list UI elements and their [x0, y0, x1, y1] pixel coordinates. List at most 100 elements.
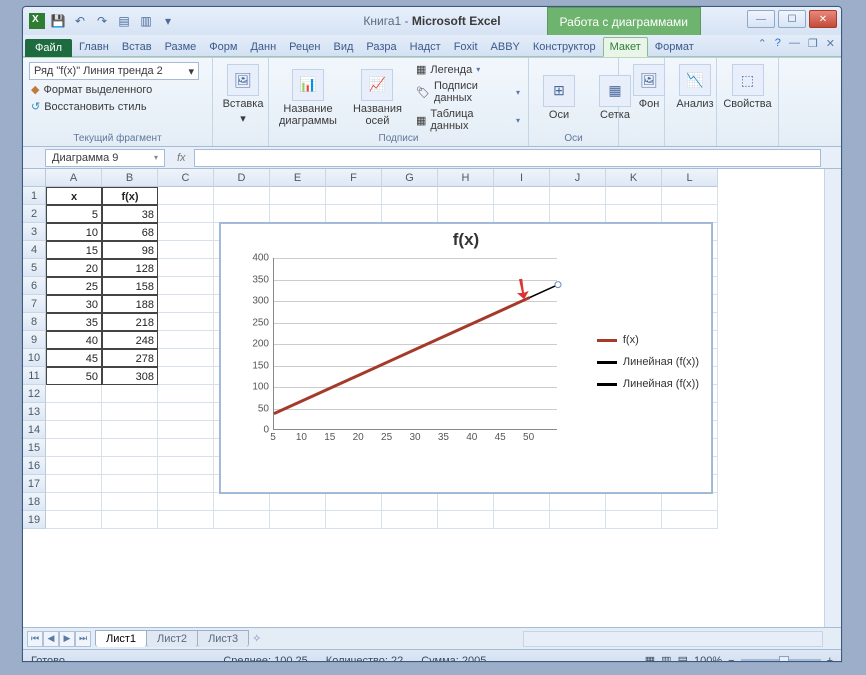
- tab-chart-layout[interactable]: Макет: [603, 37, 648, 57]
- doc-restore-icon[interactable]: ❐: [808, 37, 818, 50]
- row-header[interactable]: 4: [23, 241, 46, 259]
- cell[interactable]: [606, 187, 662, 205]
- col-header[interactable]: D: [214, 169, 270, 187]
- col-header[interactable]: E: [270, 169, 326, 187]
- formula-input[interactable]: [194, 149, 821, 167]
- prev-sheet-icon[interactable]: ◀: [43, 631, 59, 647]
- cell[interactable]: [158, 277, 214, 295]
- cell[interactable]: [46, 421, 102, 439]
- cell[interactable]: [102, 403, 158, 421]
- select-all-corner[interactable]: [23, 169, 46, 187]
- zoom-slider[interactable]: [741, 659, 821, 663]
- cell[interactable]: x: [46, 187, 102, 205]
- tab-layout[interactable]: Разме: [159, 38, 203, 56]
- cell[interactable]: [662, 187, 718, 205]
- cell[interactable]: [46, 403, 102, 421]
- undo-icon[interactable]: ↶: [71, 12, 89, 30]
- cell[interactable]: [102, 457, 158, 475]
- row-header[interactable]: 9: [23, 331, 46, 349]
- cell[interactable]: 50: [46, 367, 102, 385]
- col-header[interactable]: H: [438, 169, 494, 187]
- last-sheet-icon[interactable]: ⏭: [75, 631, 91, 647]
- cell[interactable]: [438, 511, 494, 529]
- cell[interactable]: [662, 493, 718, 511]
- cell[interactable]: [158, 223, 214, 241]
- cell[interactable]: [102, 511, 158, 529]
- plot-area[interactable]: 050100150200250300350400 510152025303540…: [247, 258, 557, 448]
- cell[interactable]: [158, 205, 214, 223]
- properties-button[interactable]: ⬚Свойства: [723, 62, 772, 112]
- cell[interactable]: [662, 205, 718, 223]
- tab-data[interactable]: Данн: [244, 38, 282, 56]
- sheet-tab[interactable]: Лист3: [197, 630, 249, 647]
- chart-object[interactable]: f(x) 050100150200250300350400 5101520253…: [220, 223, 712, 493]
- tab-review[interactable]: Рецен: [283, 38, 326, 56]
- sheet-tab[interactable]: Лист2: [146, 630, 198, 647]
- cell[interactable]: [102, 493, 158, 511]
- cell[interactable]: [46, 475, 102, 493]
- doc-minimize-icon[interactable]: —: [789, 37, 800, 50]
- qat-more-icon[interactable]: ▾: [159, 12, 177, 30]
- tab-home[interactable]: Главн: [73, 38, 115, 56]
- row-header[interactable]: 1: [23, 187, 46, 205]
- cell[interactable]: [102, 421, 158, 439]
- cell[interactable]: [46, 385, 102, 403]
- cell[interactable]: [550, 493, 606, 511]
- vertical-scrollbar[interactable]: [824, 169, 841, 627]
- chart-elements-combo[interactable]: Ряд "f(x)" Линия тренда 2▾: [29, 62, 199, 80]
- cell[interactable]: 15: [46, 241, 102, 259]
- qat-icon[interactable]: ▥: [137, 12, 155, 30]
- first-sheet-icon[interactable]: ⏮: [27, 631, 43, 647]
- cell[interactable]: [102, 439, 158, 457]
- cell[interactable]: [158, 349, 214, 367]
- cell[interactable]: [382, 511, 438, 529]
- tab-insert[interactable]: Встав: [116, 38, 158, 56]
- cell[interactable]: [158, 385, 214, 403]
- redo-icon[interactable]: ↷: [93, 12, 111, 30]
- cell[interactable]: [214, 187, 270, 205]
- cell[interactable]: [158, 367, 214, 385]
- col-header[interactable]: A: [46, 169, 102, 187]
- cell[interactable]: [606, 511, 662, 529]
- row-header[interactable]: 19: [23, 511, 46, 529]
- cell[interactable]: 40: [46, 331, 102, 349]
- analysis-button[interactable]: 📉Анализ: [671, 62, 719, 112]
- reset-style-button[interactable]: ↺Восстановить стиль: [29, 99, 206, 114]
- col-header[interactable]: J: [550, 169, 606, 187]
- chart-title-button[interactable]: 📊Название диаграммы: [275, 62, 341, 133]
- zoom-level[interactable]: 100%: [694, 655, 722, 663]
- zoom-out-icon[interactable]: −: [728, 655, 734, 663]
- data-table-button[interactable]: ▦Таблица данных▾: [414, 107, 522, 133]
- cell[interactable]: f(x): [102, 187, 158, 205]
- minimize-button[interactable]: —: [747, 10, 775, 28]
- cell[interactable]: [270, 493, 326, 511]
- cell[interactable]: [438, 187, 494, 205]
- row-header[interactable]: 6: [23, 277, 46, 295]
- data-labels-button[interactable]: 🏷Подписи данных▾: [414, 79, 522, 105]
- legend-button[interactable]: ▦Легенда▾: [414, 62, 522, 77]
- file-tab[interactable]: Файл: [25, 39, 72, 57]
- cell[interactable]: [550, 187, 606, 205]
- cell[interactable]: [270, 187, 326, 205]
- cell[interactable]: [214, 493, 270, 511]
- col-header[interactable]: L: [662, 169, 718, 187]
- tab-abbyy[interactable]: ABBY: [485, 38, 526, 56]
- cell[interactable]: [326, 187, 382, 205]
- col-header[interactable]: K: [606, 169, 662, 187]
- format-selection-button[interactable]: ◆Формат выделенного: [29, 82, 206, 97]
- cell[interactable]: [550, 205, 606, 223]
- cell[interactable]: 278: [102, 349, 158, 367]
- cell[interactable]: 35: [46, 313, 102, 331]
- cell[interactable]: 158: [102, 277, 158, 295]
- cell[interactable]: [662, 511, 718, 529]
- cell[interactable]: 68: [102, 223, 158, 241]
- cell[interactable]: [46, 493, 102, 511]
- cell[interactable]: 248: [102, 331, 158, 349]
- row-header[interactable]: 5: [23, 259, 46, 277]
- row-header[interactable]: 12: [23, 385, 46, 403]
- cell[interactable]: [158, 259, 214, 277]
- cell[interactable]: [494, 205, 550, 223]
- row-header[interactable]: 16: [23, 457, 46, 475]
- maximize-button[interactable]: ☐: [778, 10, 806, 28]
- tab-dev[interactable]: Разра: [360, 38, 402, 56]
